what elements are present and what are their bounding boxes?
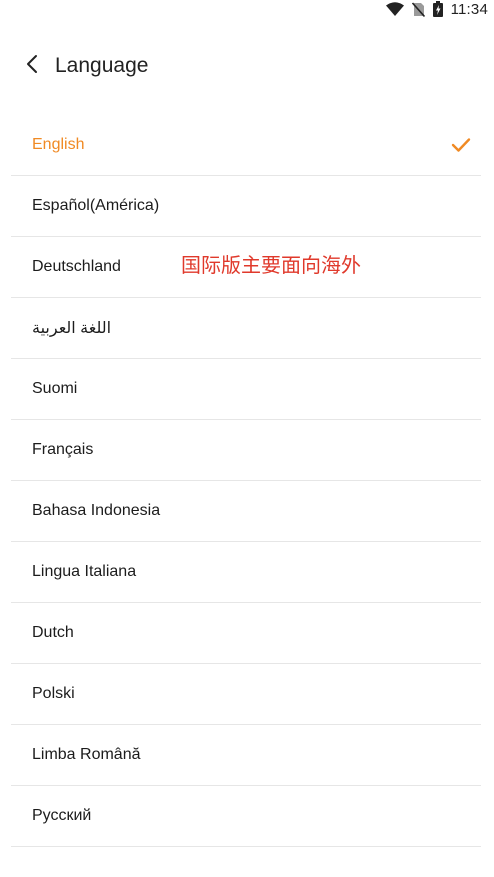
language-label: Deutschland (32, 258, 121, 275)
language-item-lingua-italiana[interactable]: Lingua Italiana (11, 542, 481, 603)
language-label: Limba Română (32, 746, 141, 763)
language-item-arabic[interactable]: اللغة العربية (11, 298, 481, 359)
language-list: English Español(América) Deutschland الل… (11, 115, 481, 847)
back-button[interactable] (10, 44, 54, 88)
language-item-russian[interactable]: Русский (11, 786, 481, 847)
language-label: Français (32, 441, 94, 458)
language-label: Lingua Italiana (32, 563, 137, 580)
language-label: Dutch (32, 624, 74, 641)
page-title: Language (55, 54, 149, 77)
language-label: اللغة العربية (32, 320, 112, 337)
language-item-limba-romana[interactable]: Limba Română (11, 725, 481, 786)
language-item-suomi[interactable]: Suomi (11, 359, 481, 420)
language-item-bahasa-indonesia[interactable]: Bahasa Indonesia (11, 481, 481, 542)
language-item-dutch[interactable]: Dutch (11, 603, 481, 664)
language-item-english[interactable]: English (11, 115, 481, 176)
no-sim-icon (411, 1, 425, 17)
status-bar: 11:34 (0, 0, 494, 18)
battery-charging-icon (432, 1, 443, 17)
language-item-francais[interactable]: Français (11, 420, 481, 481)
wifi-icon (385, 2, 404, 16)
language-label: Русский (32, 807, 92, 824)
language-label: Polski (32, 685, 75, 702)
status-time: 11:34 (450, 0, 488, 18)
language-label: Español(América) (32, 197, 160, 214)
annotation-text: 国际版主要面向海外 (181, 253, 361, 277)
checkmark-icon (451, 137, 471, 153)
language-item-polski[interactable]: Polski (11, 664, 481, 725)
header: Language (0, 44, 494, 88)
language-item-espanol[interactable]: Español(América) (11, 176, 481, 237)
language-label: Bahasa Indonesia (32, 502, 161, 519)
language-label: English (32, 136, 85, 153)
chevron-left-icon (26, 54, 38, 79)
language-label: Suomi (32, 380, 78, 397)
